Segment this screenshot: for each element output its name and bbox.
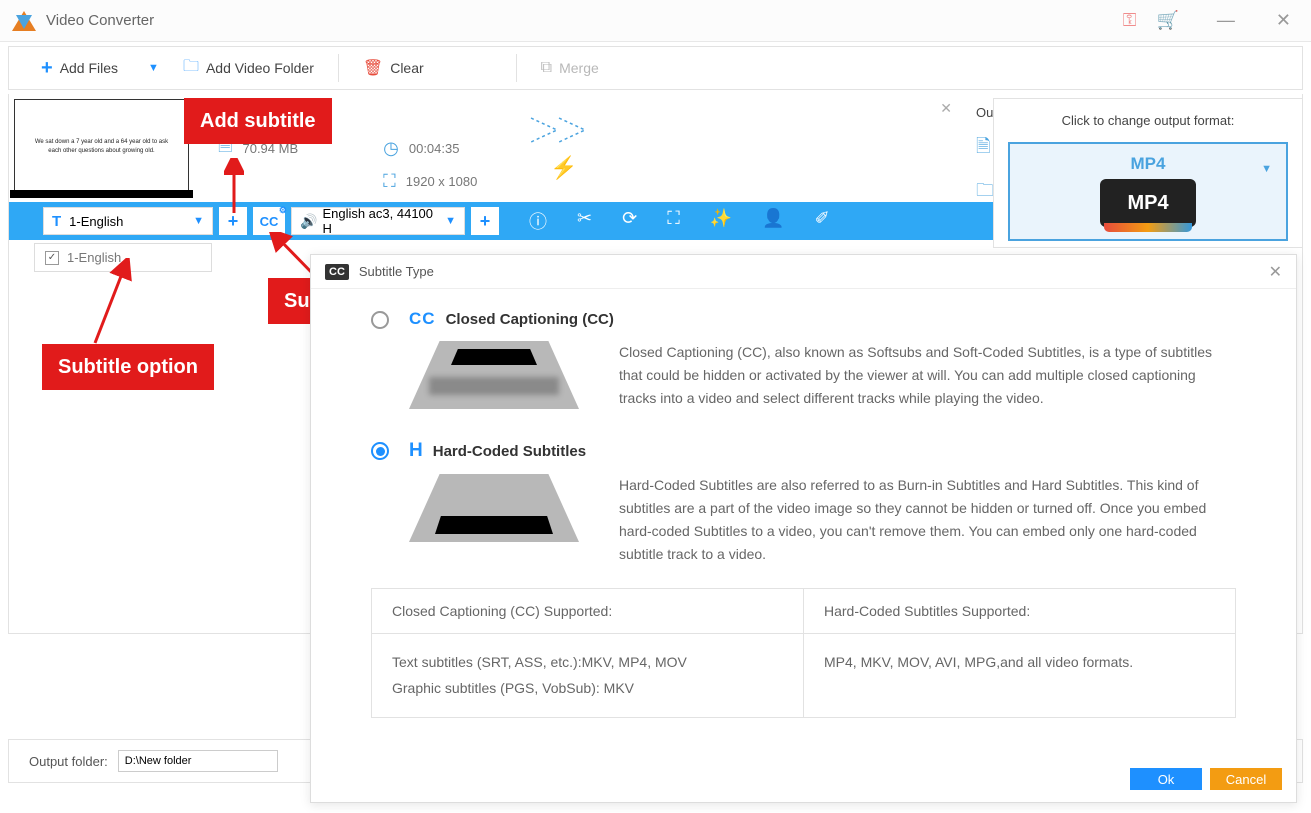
dialog-footer: Ok Cancel (1130, 768, 1282, 790)
cc-description: Closed Captioning (CC), also known as So… (619, 341, 1236, 410)
cc-icon: CC (325, 264, 349, 280)
cancel-button[interactable]: Cancel (1210, 768, 1282, 790)
cut-icon[interactable]: ✂ (577, 208, 592, 234)
format-label: MP4 (1131, 154, 1166, 174)
titlebar: Video Converter ⚿ 🛒 — ✕ (0, 0, 1311, 42)
clock-icon: ◷ (383, 138, 399, 159)
close-button[interactable]: ✕ (1268, 6, 1299, 35)
separator (516, 54, 517, 82)
clear-label: Clear (390, 60, 423, 76)
app-logo (12, 9, 36, 33)
chevron-down-icon: ▼ (445, 215, 456, 227)
thumb-text: We sat down a 7 year old and a 64 year o… (15, 138, 188, 155)
separator (338, 54, 339, 82)
clear-button[interactable]: 🗑 Clear (351, 52, 436, 84)
dialog-header: CC Subtitle Type ✕ (311, 255, 1296, 289)
subtitle-dropdown[interactable]: T 1-English ▼ (43, 207, 213, 235)
add-folder-label: Add Video Folder (206, 60, 314, 76)
gear-icon: ⚙ (279, 205, 287, 216)
radio-cc[interactable] (371, 311, 389, 329)
merge-icon: ⧉ (541, 59, 552, 77)
hard-figure (409, 474, 589, 549)
rotate-icon[interactable]: ⟳ (622, 208, 637, 234)
subtitle-checkbox[interactable]: ✓ (45, 251, 59, 265)
support-table: Closed Captioning (CC) Supported: Text s… (371, 588, 1236, 717)
crop-icon[interactable]: ⛶ (667, 208, 680, 234)
info-icon[interactable]: ⓘ (529, 208, 547, 234)
app-title: Video Converter (46, 12, 154, 29)
add-audio-button[interactable]: + (471, 207, 499, 235)
cc-figure (409, 341, 589, 416)
mp4-badge: MP4 (1100, 179, 1196, 227)
thumb-bar (10, 190, 193, 198)
hard-title: Hard-Coded Subtitles (433, 443, 586, 460)
hard-support-head: Hard-Coded Subtitles Supported: (804, 589, 1235, 634)
key-icon[interactable]: ⚿ (1123, 10, 1137, 31)
option-hard[interactable]: H Hard-Coded Subtitles Hard-Coded Subtit… (371, 440, 1236, 566)
arrow-annotation (70, 258, 150, 348)
trash-icon: 🗑 (363, 58, 383, 78)
cc-support-line2: Graphic subtitles (PGS, VobSub): MKV (392, 676, 783, 701)
arrow-annotation (224, 158, 244, 218)
cc-label: CC (409, 309, 436, 329)
dialog-title: Subtitle Type (359, 264, 434, 279)
format-panel-title: Click to change output format: (1008, 113, 1288, 128)
remove-item-button[interactable]: ✕ (940, 100, 952, 117)
add-files-label: Add Files (60, 60, 118, 76)
cart-icon[interactable]: 🛒 (1156, 10, 1178, 31)
video-thumbnail[interactable]: We sat down a 7 year old and a 64 year o… (14, 99, 189, 194)
hard-support-line: MP4, MKV, MOV, AVI, MPG,and all video fo… (824, 650, 1215, 675)
cc-title: Closed Captioning (CC) (446, 311, 614, 328)
merge-label: Merge (559, 60, 599, 76)
subtitle-type-dialog: CC Subtitle Type ✕ CC Closed Captioning … (310, 254, 1297, 803)
callout-subtitle-option: Subtitle option (42, 344, 214, 390)
subtitle-edit-icon[interactable]: ✐ (815, 208, 830, 234)
option-cc[interactable]: CC Closed Captioning (CC) Closed Caption… (371, 309, 1236, 416)
hard-label: H (409, 440, 423, 462)
chevron-down-icon[interactable]: ▼ (148, 62, 159, 74)
minimize-button[interactable]: — (1209, 6, 1243, 35)
callout-add-subtitle: Add subtitle (184, 98, 332, 144)
source-resolution: 1920 x 1080 (406, 174, 478, 189)
format-panel: Click to change output format: MP4 MP4 ▼ (993, 98, 1303, 248)
cc-support-head: Closed Captioning (CC) Supported: (372, 589, 803, 634)
plus-icon: + (41, 57, 53, 80)
watermark-icon[interactable]: 👤 (762, 208, 784, 234)
audio-selected: English ac3, 44100 H (322, 206, 445, 236)
hard-description: Hard-Coded Subtitles are also referred t… (619, 474, 1236, 566)
dialog-body: CC Closed Captioning (CC) Closed Caption… (311, 289, 1296, 738)
format-icon: 🗎 (976, 134, 990, 164)
source-duration: 00:04:35 (409, 141, 460, 156)
conversion-arrow: ⚡ (529, 94, 599, 202)
bolt-icon: ⚡ (529, 155, 599, 181)
subtitle-t-icon: T (52, 213, 61, 230)
merge-button[interactable]: ⧉ Merge (529, 53, 611, 83)
add-folder-button[interactable]: 🗀 Add Video Folder (171, 49, 326, 88)
output-folder-label: Output folder: (29, 754, 108, 769)
toolbar: + Add Files ▼ 🗀 Add Video Folder 🗑 Clear… (8, 46, 1303, 90)
chevron-down-icon: ▼ (193, 215, 204, 227)
radio-hard[interactable] (371, 442, 389, 460)
effects-icon[interactable]: ✨ (710, 208, 732, 234)
dialog-close-button[interactable]: ✕ (1269, 262, 1282, 282)
add-files-button[interactable]: + Add Files (29, 51, 130, 86)
folder-icon: 🗀 (183, 55, 199, 82)
output-folder-input[interactable] (118, 750, 278, 772)
chevron-down-icon: ▼ (1261, 163, 1272, 175)
subtitle-type-button[interactable]: CC⚙ (253, 207, 285, 235)
ok-button[interactable]: Ok (1130, 768, 1202, 790)
cc-support-line1: Text subtitles (SRT, ASS, etc.):MKV, MP4… (392, 650, 783, 675)
audio-dropdown[interactable]: 🔊 English ac3, 44100 H ▼ (291, 207, 465, 235)
subtitle-selected: 1-English (69, 214, 123, 229)
speaker-icon: 🔊 (300, 213, 317, 230)
format-selector[interactable]: MP4 MP4 (1008, 142, 1288, 241)
resolution-icon: ⛶ (383, 171, 396, 192)
